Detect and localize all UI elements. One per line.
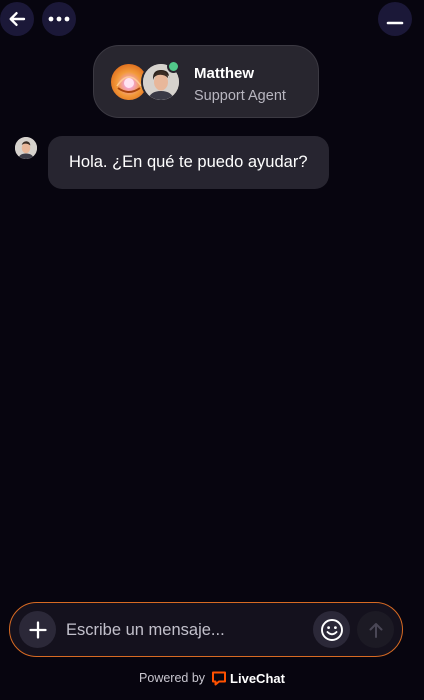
send-button[interactable] xyxy=(357,611,394,648)
message-bubble: Hola. ¿En qué te puedo ayudar? xyxy=(48,136,329,189)
online-status-indicator xyxy=(167,60,180,73)
arrow-left-icon xyxy=(9,12,26,26)
more-options-button[interactable] xyxy=(42,2,76,36)
powered-by-footer: Powered by LiveChat xyxy=(0,670,424,686)
powered-by-label: Powered by xyxy=(139,671,206,685)
minimize-button[interactable] xyxy=(378,2,412,36)
message-sender-avatar xyxy=(15,137,37,159)
message-input[interactable] xyxy=(66,615,306,645)
livechat-speech-bubble-icon xyxy=(212,671,227,686)
livechat-brand-name: LiveChat xyxy=(230,670,285,686)
agent-card: Matthew Support Agent xyxy=(93,45,319,118)
emoji-button[interactable] xyxy=(313,611,350,648)
more-horizontal-icon xyxy=(48,16,70,22)
add-attachment-button[interactable] xyxy=(19,611,56,648)
smiley-icon xyxy=(320,618,343,641)
chat-widget: Matthew Support Agent Hola. ¿En qué te p… xyxy=(0,0,424,700)
agent-name: Matthew xyxy=(194,65,254,82)
message-composer xyxy=(9,602,403,657)
plus-icon xyxy=(28,620,47,639)
agent-role: Support Agent xyxy=(194,88,286,104)
arrow-up-icon xyxy=(369,622,382,638)
minimize-icon xyxy=(386,21,404,25)
back-button[interactable] xyxy=(0,2,34,36)
livechat-logo[interactable]: LiveChat xyxy=(211,670,285,686)
